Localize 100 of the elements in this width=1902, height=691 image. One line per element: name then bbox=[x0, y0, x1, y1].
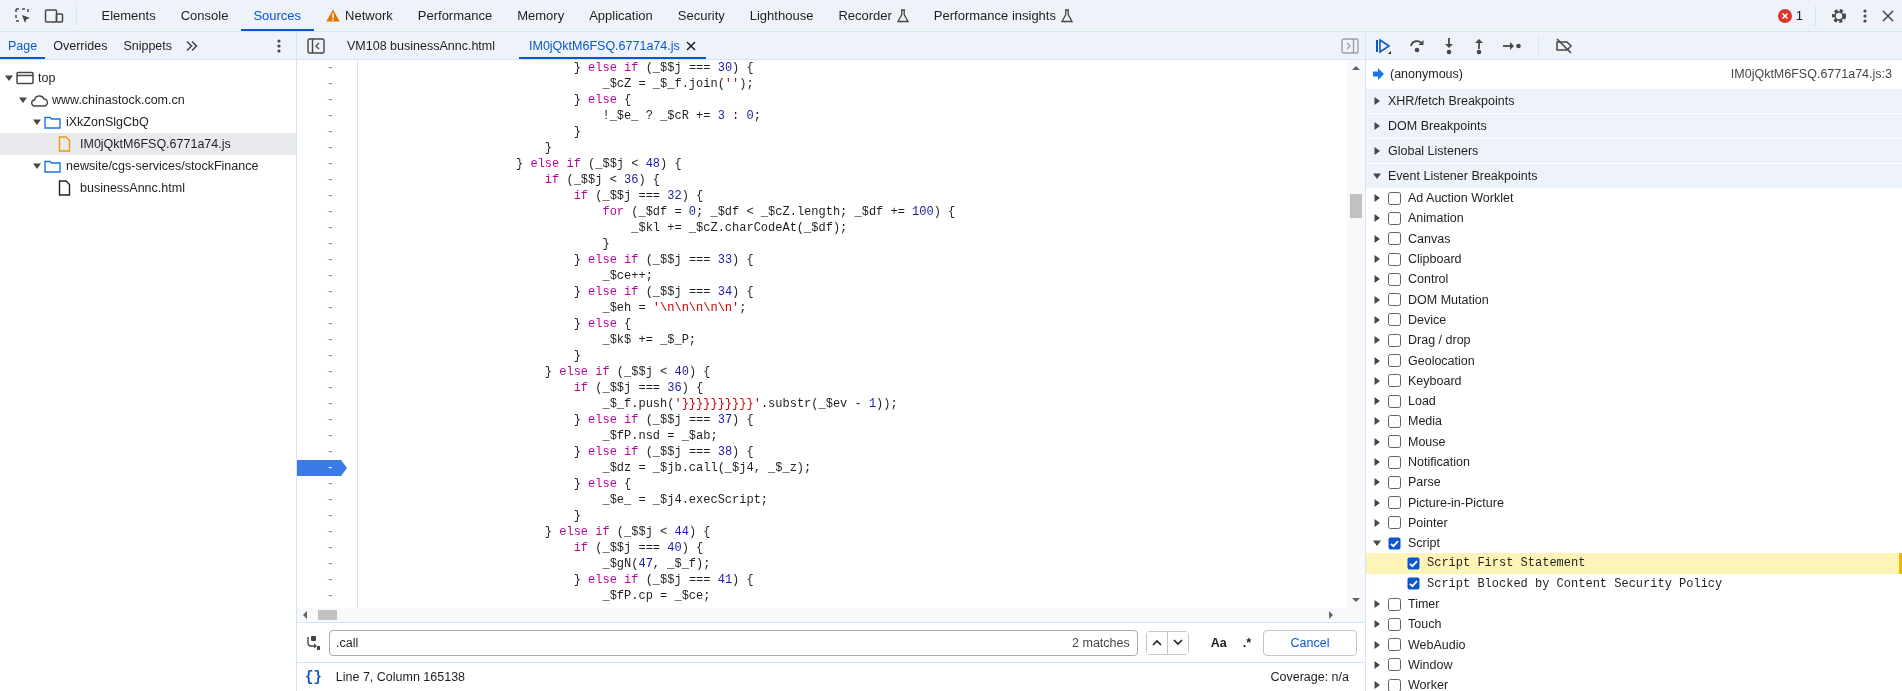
expand-triangle-icon[interactable] bbox=[1372, 314, 1382, 325]
checkbox[interactable] bbox=[1388, 597, 1401, 611]
section-header[interactable]: DOM Breakpoints bbox=[1366, 113, 1902, 138]
resume-icon[interactable] bbox=[1374, 36, 1392, 55]
more-icon[interactable] bbox=[276, 37, 282, 54]
checkbox[interactable] bbox=[1388, 232, 1401, 246]
collapse-triangle-icon[interactable] bbox=[18, 95, 28, 105]
close-icon[interactable] bbox=[685, 40, 696, 51]
expand-triangle-icon[interactable] bbox=[1372, 619, 1382, 630]
tree-item-label[interactable]: IM0jQktM6FSQ.6771a74.js bbox=[80, 137, 231, 151]
previous-match-button[interactable] bbox=[1146, 631, 1168, 654]
expand-triangle-icon[interactable] bbox=[1372, 477, 1382, 488]
event-category[interactable]: Picture-in-Picture bbox=[1408, 495, 1504, 510]
event-category[interactable]: Control bbox=[1408, 272, 1449, 287]
file-tab[interactable]: IM0jQktM6FSQ.6771a74.js bbox=[519, 32, 706, 59]
event-category[interactable]: WebAudio bbox=[1408, 637, 1466, 652]
event-category[interactable]: Canvas bbox=[1408, 231, 1451, 246]
checkbox[interactable] bbox=[1388, 617, 1401, 631]
panel-tab[interactable]: Console bbox=[168, 0, 241, 31]
navigator-tab[interactable]: Snippets bbox=[115, 32, 181, 59]
event-category[interactable]: Media bbox=[1408, 414, 1443, 429]
expand-triangle-icon[interactable] bbox=[1372, 96, 1382, 106]
expand-triangle-icon[interactable] bbox=[1372, 680, 1382, 691]
navigator-tab[interactable]: Page bbox=[0, 32, 46, 59]
checkbox[interactable] bbox=[1388, 475, 1401, 489]
expand-triangle-icon[interactable] bbox=[1372, 274, 1382, 285]
section-header[interactable]: XHR/fetch Breakpoints bbox=[1366, 88, 1902, 113]
panel-tab[interactable]: Recorder bbox=[825, 0, 922, 31]
expand-triangle-icon[interactable] bbox=[1372, 497, 1382, 508]
checkbox[interactable] bbox=[1388, 455, 1401, 469]
expand-triangle-icon[interactable] bbox=[1372, 355, 1382, 366]
event-category[interactable]: Window bbox=[1408, 657, 1453, 672]
expand-triangle-icon[interactable] bbox=[1372, 416, 1382, 427]
event-category[interactable]: Geolocation bbox=[1408, 353, 1475, 368]
expand-triangle-icon[interactable] bbox=[1372, 233, 1382, 244]
tree-item-label[interactable]: businessAnnc.html bbox=[80, 181, 185, 195]
section-header[interactable]: Event Listener Breakpoints bbox=[1366, 163, 1902, 188]
event-category[interactable]: Keyboard bbox=[1408, 373, 1462, 388]
replace-toggle-icon[interactable] bbox=[305, 634, 321, 651]
panel-tab[interactable]: Lighthouse bbox=[737, 0, 826, 31]
navigator-tab[interactable]: Overrides bbox=[45, 32, 116, 59]
cancel-button[interactable]: Cancel bbox=[1263, 629, 1357, 656]
event-category[interactable]: Mouse bbox=[1408, 434, 1446, 449]
section-header[interactable]: Global Listeners bbox=[1366, 138, 1902, 163]
tree-item-label[interactable]: top bbox=[38, 71, 56, 85]
event-category[interactable]: Touch bbox=[1408, 617, 1442, 632]
checkbox[interactable] bbox=[1388, 211, 1401, 225]
sidebar-toggle-icon[interactable] bbox=[1341, 37, 1359, 54]
match-case-button[interactable]: Aa bbox=[1206, 635, 1231, 650]
expand-triangle-icon[interactable] bbox=[1372, 213, 1382, 224]
settings-icon[interactable] bbox=[1830, 6, 1848, 25]
checkbox[interactable] bbox=[1388, 333, 1401, 347]
call-frame-name[interactable]: (anonymous) bbox=[1390, 67, 1463, 81]
scrollbar[interactable] bbox=[1347, 60, 1365, 608]
checkbox[interactable] bbox=[1388, 496, 1401, 510]
expand-triangle-icon[interactable] bbox=[1372, 517, 1382, 528]
event-category[interactable]: Script bbox=[1408, 536, 1440, 551]
checkbox[interactable] bbox=[1388, 313, 1401, 327]
event-category[interactable]: Notification bbox=[1408, 455, 1470, 469]
checkbox[interactable] bbox=[1388, 435, 1401, 449]
checkbox[interactable] bbox=[1388, 678, 1401, 691]
checkbox[interactable] bbox=[1407, 577, 1420, 591]
event-category[interactable]: Load bbox=[1408, 394, 1436, 409]
panel-tab[interactable]: Elements bbox=[89, 0, 169, 31]
expand-triangle-icon[interactable] bbox=[1372, 436, 1382, 447]
collapse-triangle-icon[interactable] bbox=[32, 117, 42, 127]
panel-tab[interactable]: Performance bbox=[405, 0, 505, 31]
expand-triangle-icon[interactable] bbox=[1372, 335, 1382, 346]
error-count-button[interactable]: 1 bbox=[1777, 5, 1816, 26]
expand-triangle-icon[interactable] bbox=[1372, 193, 1382, 204]
panel-tab[interactable]: Network bbox=[313, 0, 406, 31]
tree-item-label[interactable]: iXkZonSlgCbQ bbox=[66, 115, 149, 129]
checkbox[interactable] bbox=[1388, 293, 1401, 307]
checkbox[interactable] bbox=[1407, 557, 1420, 570]
expand-triangle-icon[interactable] bbox=[1372, 457, 1382, 467]
checkbox[interactable] bbox=[1388, 536, 1401, 550]
expand-triangle-icon[interactable] bbox=[1372, 639, 1382, 650]
inspect-element-icon[interactable] bbox=[14, 6, 32, 25]
call-frame-location[interactable]: IM0jQktM6FSQ.6771a74.js:3 bbox=[1730, 67, 1892, 81]
checkbox[interactable] bbox=[1388, 272, 1401, 286]
checkbox[interactable] bbox=[1388, 374, 1401, 388]
collapse-triangle-icon[interactable] bbox=[32, 161, 42, 171]
selected-row[interactable]: IM0jQktM6FSQ.6771a74.js bbox=[0, 133, 296, 155]
checkbox[interactable] bbox=[1388, 638, 1401, 652]
expand-triangle-icon[interactable] bbox=[1372, 375, 1382, 386]
breakpoint-marker[interactable]: - bbox=[297, 460, 347, 476]
event-category[interactable]: Animation bbox=[1408, 211, 1464, 226]
regex-button[interactable]: .* bbox=[1238, 635, 1256, 650]
event-category[interactable]: Parse bbox=[1408, 475, 1441, 490]
panel-tab[interactable]: Memory bbox=[504, 0, 577, 31]
more-icon[interactable] bbox=[1862, 7, 1868, 24]
expand-triangle-icon[interactable] bbox=[1372, 294, 1382, 305]
event-category[interactable]: Worker bbox=[1408, 678, 1449, 691]
checkbox[interactable] bbox=[1388, 658, 1401, 672]
event-category[interactable]: Drag / drop bbox=[1408, 333, 1471, 348]
event-category[interactable]: Clipboard bbox=[1408, 252, 1462, 267]
pretty-print-button[interactable]: {} bbox=[305, 669, 322, 685]
tree-item-label[interactable]: www.chinastock.com.cn bbox=[52, 93, 185, 107]
more-tabs-icon[interactable] bbox=[186, 39, 199, 52]
checkbox[interactable] bbox=[1388, 252, 1401, 266]
